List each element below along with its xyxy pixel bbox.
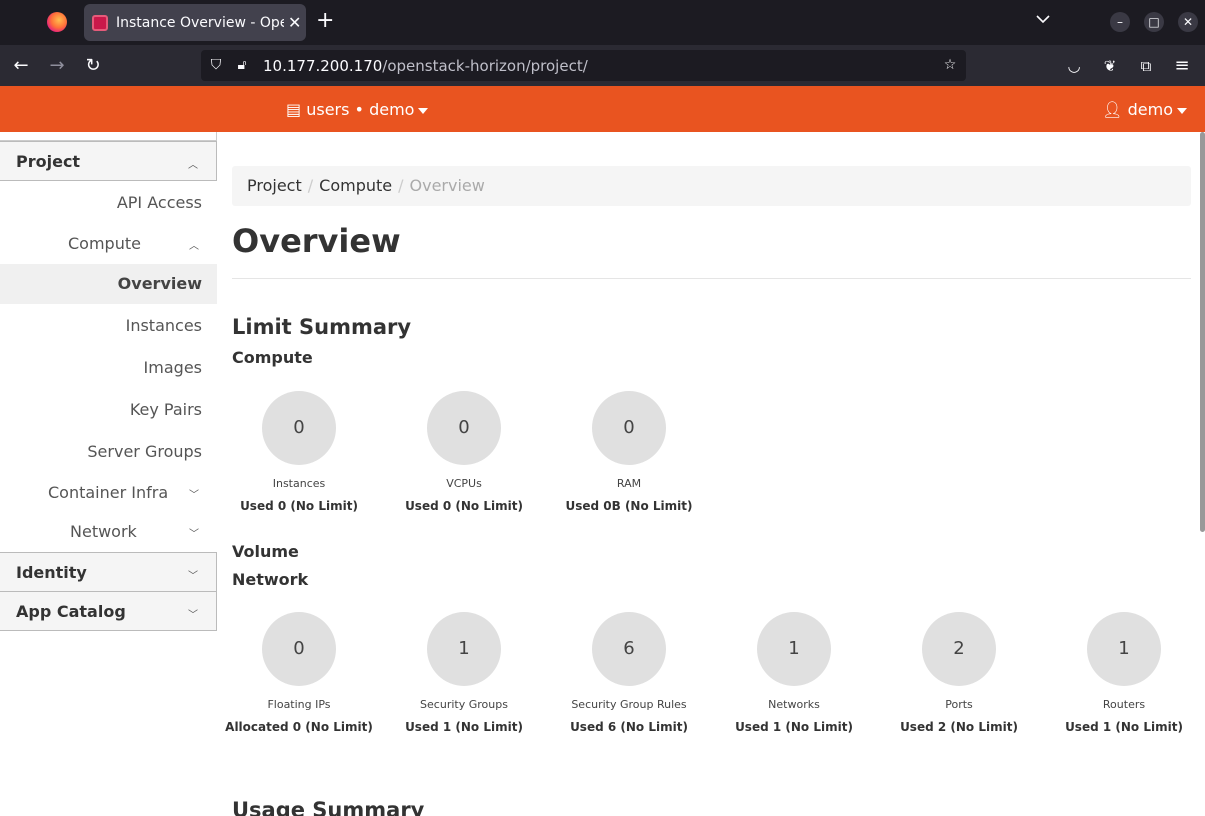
pie-usage-text: Used 1 (No Limit) [735,720,853,734]
pie-chart-circle: 2 [922,612,996,686]
network-heading: Network [232,570,309,589]
pie-label: Instances [272,477,326,490]
pie-label: Floating IPs [267,698,331,711]
limit-pie-instances: 0 Instances Used 0 (No Limit) [224,391,374,513]
bookmark-star-icon[interactable]: ☆ [941,56,959,74]
sidebar-item-compute[interactable]: Compute ︿ [0,224,217,264]
chevron-down-icon: ﹀ [189,490,199,501]
limit-pie-floating-ips: 0 Floating IPs Allocated 0 (No Limit) [224,612,374,734]
forward-icon[interactable]: → [46,55,68,77]
tab-list-chevron-icon[interactable] [1036,14,1050,24]
chevron-up-icon: ︿ [189,241,199,252]
page-scrollbar[interactable] [1200,132,1205,532]
tab-favicon-icon [92,14,108,31]
pie-usage-text: Used 6 (No Limit) [570,720,688,734]
pie-usage-text: Allocated 0 (No Limit) [225,720,373,734]
pie-usage-text: Used 1 (No Limit) [1065,720,1183,734]
sidebar-item-network[interactable]: Network ﹀ [0,512,217,552]
breadcrumb-compute[interactable]: Compute [319,176,392,195]
extension-paw-icon[interactable]: ❦ [1099,55,1121,77]
sidebar: Project ︿ API Access Compute ︿ Overview … [0,132,217,816]
new-tab-icon[interactable]: + [316,10,334,32]
pie-label: Routers [1102,698,1146,711]
limit-summary-heading: Limit Summary [232,315,412,339]
breadcrumb: Project / Compute / Overview [232,166,1191,206]
close-window-icon[interactable]: ✕ [1178,12,1198,32]
sidebar-item-instances[interactable]: Instances [0,306,217,346]
pie-label: Security Group Rules [571,698,687,711]
minimize-icon[interactable]: – [1110,12,1130,32]
breadcrumb-current: Overview [409,176,485,195]
pie-chart-circle: 1 [1087,612,1161,686]
chevron-down-icon: ﹀ [188,610,198,621]
pie-label: VCPUs [446,477,482,490]
firefox-icon[interactable] [47,12,67,32]
pie-chart-circle: 1 [427,612,501,686]
caret-down-icon [1177,107,1187,114]
pie-label: Security Groups [420,698,508,711]
limit-pie-ram: 0 RAM Used 0B (No Limit) [554,391,704,513]
sidebar-item-images[interactable]: Images [0,348,217,388]
pie-chart-circle: 0 [592,391,666,465]
back-icon[interactable]: ← [10,55,32,77]
breadcrumb-project[interactable]: Project [247,176,302,195]
title-divider [232,278,1191,279]
usage-summary-heading: Usage Summary [232,798,425,816]
pie-chart-circle: 0 [262,612,336,686]
browser-tab[interactable]: Instance Overview - OpenStack Dashboard … [84,4,306,41]
limit-pie-security-group-rules: 6 Security Group Rules Used 6 (No Limit) [554,612,704,734]
pie-label: Networks [768,698,820,711]
pie-label: Ports [945,698,973,711]
pie-label: RAM [616,477,642,490]
insecure-lock-icon[interactable]: 🔓︎ [233,56,251,74]
sidebar-item-key-pairs[interactable]: Key Pairs [0,390,217,430]
tab-close-icon[interactable]: ✕ [288,13,301,32]
limit-pie-security-groups: 1 Security Groups Used 1 (No Limit) [389,612,539,734]
pie-chart-circle: 6 [592,612,666,686]
sidebar-item-server-groups[interactable]: Server Groups [0,432,217,472]
maximize-icon[interactable]: □ [1144,12,1164,32]
chevron-down-icon: ﹀ [188,571,198,582]
shield-icon[interactable]: ⛉ [207,56,225,74]
volume-heading: Volume [232,542,299,561]
reload-icon[interactable]: ↻ [82,55,104,77]
extensions-puzzle-icon[interactable]: ⧉ [1135,55,1157,77]
browser-nav-bar: ← → ↻ ⛉ 🔓︎ 10.177.200.170/openstack-hori… [0,45,1205,86]
limit-pie-vcpus: 0 VCPUs Used 0 (No Limit) [389,391,539,513]
caret-down-icon [418,107,429,114]
pie-usage-text: Used 0B (No Limit) [565,499,693,513]
chevron-down-icon: ﹀ [189,529,199,540]
sidebar-item-container-infra[interactable]: Container Infra ﹀ [0,473,217,513]
pie-usage-text: Used 0 (No Limit) [405,499,523,513]
compute-heading: Compute [232,348,313,367]
limit-pie-ports: 2 Ports Used 2 (No Limit) [884,612,1034,734]
tab-title: Instance Overview - OpenStack Dashboard [116,14,284,31]
limit-pie-networks: 1 Networks Used 1 (No Limit) [719,612,869,734]
user-menu[interactable]: 👤︎ demo [1102,100,1187,119]
limit-pie-routers: 1 Routers Used 1 (No Limit) [1049,612,1199,734]
sidebar-item-overview[interactable]: Overview [0,264,217,304]
chevron-up-icon: ︿ [188,160,198,171]
pie-usage-text: Used 0 (No Limit) [240,499,358,513]
sidebar-section-project[interactable]: Project ︿ [0,141,217,181]
sidebar-item-api-access[interactable]: API Access [0,183,217,223]
sidebar-section-app-catalog[interactable]: App Catalog ﹀ [0,591,217,631]
project-selector[interactable]: ▤ users • demo [286,100,429,119]
menu-hamburger-icon[interactable]: ≡ [1171,55,1193,77]
sidebar-section-identity[interactable]: Identity ﹀ [0,552,217,592]
pie-chart-circle: 0 [262,391,336,465]
pie-chart-circle: 0 [427,391,501,465]
pie-chart-circle: 1 [757,612,831,686]
url-bar[interactable]: ⛉ 🔓︎ 10.177.200.170/openstack-horizon/pr… [201,50,966,81]
horizon-header: ▤ users • demo 👤︎ demo [0,86,1205,132]
pocket-icon[interactable]: ◡ [1063,55,1085,77]
browser-tab-bar: Instance Overview - OpenStack Dashboard … [0,0,1205,45]
pie-usage-text: Used 1 (No Limit) [405,720,523,734]
pie-usage-text: Used 2 (No Limit) [900,720,1018,734]
projects-list-icon: ▤ [286,100,302,119]
user-icon: 👤︎ [1102,100,1123,119]
page-title: Overview [232,222,401,260]
url-text[interactable]: 10.177.200.170/openstack-horizon/project… [263,57,588,75]
